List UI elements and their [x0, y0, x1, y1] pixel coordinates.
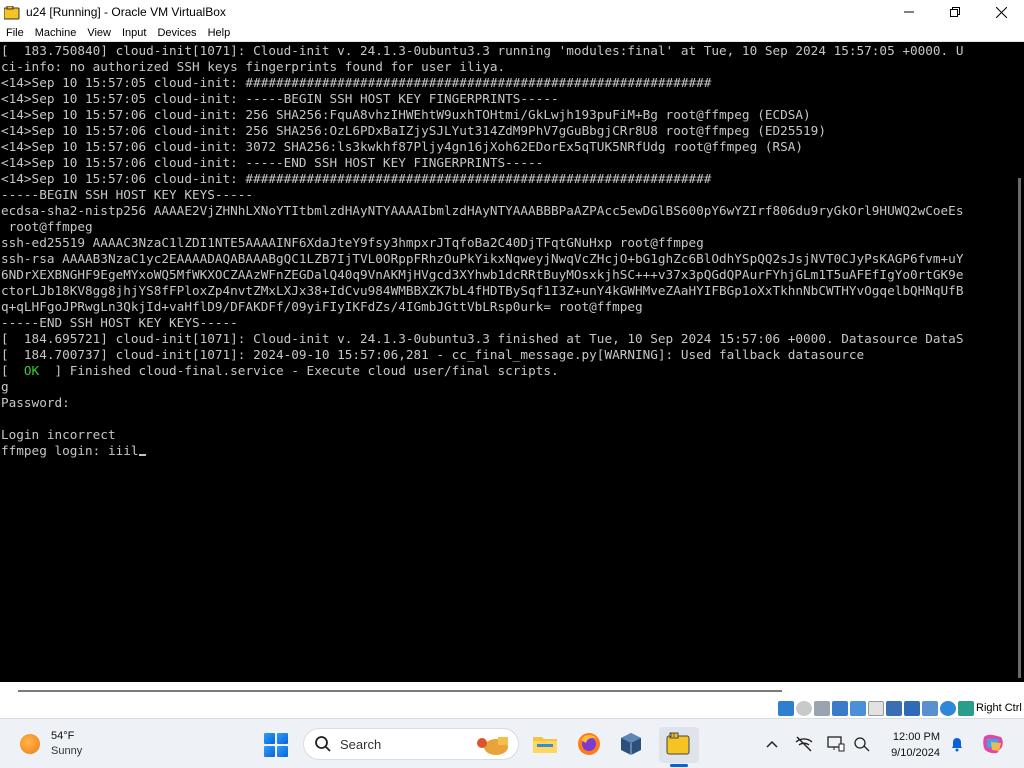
search-box[interactable]: Search	[303, 728, 519, 760]
vm-console[interactable]: [ 183.750840] cloud-init[1071]: Cloud-in…	[0, 42, 1010, 682]
console-line-ok: [ OK ] Finished cloud-final.service - Ex…	[1, 363, 1010, 379]
console-line: [ 183.750840] cloud-init[1071]: Cloud-in…	[1, 43, 964, 58]
windows-logo-icon	[264, 733, 275, 744]
console-line: <14>Sep 10 15:57:06 cloud-init: 256 SHA2…	[1, 107, 811, 122]
console-line: <14>Sep 10 15:57:06 cloud-init: ########…	[1, 171, 712, 186]
menu-machine[interactable]: Machine	[29, 27, 82, 39]
horizontal-scrollbar[interactable]	[18, 690, 782, 692]
notification-bell-icon[interactable]	[947, 735, 967, 753]
console-line: <14>Sep 10 15:57:06 cloud-init: 3072 SHA…	[1, 139, 804, 154]
console-line: ctorLJb18KV8gg8jhjYS8fFPloxZp4nvtZMxLXJx…	[1, 283, 964, 298]
console-line: ssh-ed25519 AAAAC3NzaC1lZDI1NTE5AAAAINF6…	[1, 235, 704, 250]
weather-condition: Sunny	[51, 745, 83, 757]
virtualbox-vm-icon[interactable]: 24	[665, 731, 693, 757]
display-icon[interactable]	[826, 735, 846, 753]
console-line: -----END SSH HOST KEY KEYS-----	[1, 315, 238, 330]
console-line: <14>Sep 10 15:57:06 cloud-init: -----END…	[1, 155, 544, 170]
clock-date: 9/10/2024	[891, 747, 940, 759]
restore-button[interactable]	[932, 0, 978, 24]
password-prompt: Password:	[1, 395, 70, 410]
mouse-integration-icon[interactable]	[940, 701, 956, 716]
close-icon	[995, 6, 1007, 18]
virtualbox-vm-icon	[3, 5, 20, 20]
svg-text:24: 24	[670, 733, 676, 738]
audio-icon[interactable]	[814, 701, 830, 716]
start-button[interactable]	[264, 733, 288, 757]
text-cursor	[138, 444, 146, 456]
network-off-icon[interactable]	[794, 735, 814, 753]
console-line: 6NDrXEXBNGHF9EgeMYxoWQ5MfWKXOCZAAzWFnZEG…	[1, 267, 964, 282]
firefox-icon[interactable]	[575, 731, 603, 757]
menu-file[interactable]: File	[0, 27, 29, 39]
shared-folder-icon[interactable]	[868, 701, 884, 716]
sun-icon	[20, 734, 40, 754]
host-key-label: Right Ctrl	[976, 702, 1022, 714]
clock-time: 12:00 PM	[892, 731, 940, 743]
console-line: root@ffmpeg	[1, 219, 93, 234]
login-prompt-line[interactable]: ffmpeg login: iiil	[1, 443, 1010, 459]
video-capture-icon[interactable]	[904, 701, 920, 716]
restore-icon	[950, 7, 960, 17]
taskbar: 54°F Sunny Search 24 12:00 PM 9/10/2024	[0, 718, 1024, 768]
optical-disk-icon[interactable]	[796, 701, 812, 716]
system-clock[interactable]: 12:00 PM 9/10/2024	[880, 729, 940, 761]
language-icon[interactable]	[852, 735, 872, 753]
chevron-up-icon[interactable]	[762, 735, 782, 753]
vertical-scrollbar[interactable]	[1018, 178, 1021, 678]
display-icon[interactable]	[886, 701, 902, 716]
virtualbox-icon[interactable]	[617, 731, 645, 757]
search-highlight-icon	[477, 737, 508, 755]
keyboard-icon[interactable]	[958, 701, 974, 716]
hard-disk-icon[interactable]	[778, 701, 794, 716]
ok-prefix: [	[1, 363, 24, 378]
copilot-icon[interactable]	[980, 734, 1006, 754]
menu-bar: File Machine View Input Devices Help	[0, 24, 1024, 42]
console-line: [ 184.695721] cloud-init[1071]: Cloud-in…	[1, 331, 964, 346]
vm-status-bar: Right Ctrl	[0, 682, 1024, 718]
console-line: <14>Sep 10 15:57:06 cloud-init: 256 SHA2…	[1, 123, 826, 138]
ok-suffix: ] Finished cloud-final.service - Execute…	[39, 363, 559, 378]
console-line: q+qLHFgoJPRwgLn3QkjId+vaHflD9/DFAKDFf/09…	[1, 299, 643, 314]
window-title: u24 [Running] - Oracle VM VirtualBox	[26, 5, 226, 19]
console-line: <14>Sep 10 15:57:05 cloud-init: ########…	[1, 75, 712, 90]
search-icon	[315, 736, 331, 752]
menu-devices[interactable]: Devices	[151, 27, 201, 39]
title-bar: u24 [Running] - Oracle VM VirtualBox	[0, 0, 1024, 24]
minimize-button[interactable]	[886, 0, 932, 24]
console-line: ssh-rsa AAAAB3NzaC1yc2EAAAADAQABAAABgQC1…	[1, 251, 964, 266]
login-incorrect: Login incorrect	[1, 427, 116, 442]
weather-widget[interactable]: 54°F Sunny	[20, 729, 82, 759]
weather-temp: 54°F	[51, 730, 75, 742]
network-icon[interactable]	[832, 701, 848, 716]
console-line: -----BEGIN SSH HOST KEY KEYS-----	[1, 187, 254, 202]
ok-status: OK	[23, 363, 40, 378]
console-line: ci-info: no authorized SSH keys fingerpr…	[1, 59, 506, 74]
minimize-icon	[904, 11, 914, 13]
menu-help[interactable]: Help	[202, 27, 236, 39]
usb-icon[interactable]	[850, 701, 866, 716]
menu-input[interactable]: Input	[116, 27, 151, 39]
search-placeholder: Search	[340, 736, 382, 752]
console-line: ecdsa-sha2-nistp256 AAAAE2VjZHNhLXNoYTIt…	[1, 203, 964, 218]
active-app-indicator	[670, 764, 688, 767]
login-prompt[interactable]: ffmpeg login: iiil	[1, 443, 139, 458]
console-line: g	[1, 379, 9, 394]
console-line: [ 184.700737] cloud-init[1071]: 2024-09-…	[1, 347, 865, 362]
menu-view[interactable]: View	[81, 27, 116, 39]
console-line: <14>Sep 10 15:57:05 cloud-init: -----BEG…	[1, 91, 559, 106]
cpu-icon[interactable]	[922, 701, 938, 716]
close-button[interactable]	[978, 0, 1024, 24]
file-explorer-icon[interactable]	[531, 731, 559, 757]
